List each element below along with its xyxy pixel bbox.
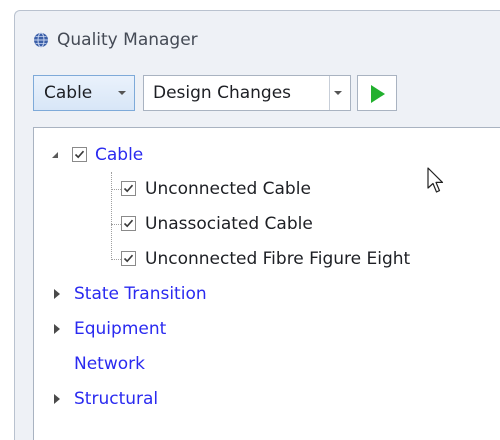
tree-node-cable[interactable]: Cable: [44, 144, 244, 172]
tree-node-state-transition[interactable]: State Transition: [44, 283, 284, 311]
tree-node-equipment[interactable]: Equipment: [44, 318, 244, 346]
expand-arrow-icon[interactable]: [54, 289, 60, 299]
category-select-value: Cable: [44, 83, 93, 103]
play-icon: [371, 85, 385, 103]
toolbar: Cable Design Changes: [15, 69, 500, 119]
checkbox-cable[interactable]: [72, 147, 87, 162]
checkbox-unconnected-fibre-figure-eight[interactable]: [121, 251, 136, 266]
globe-icon: [33, 32, 49, 48]
tree-node-label: Cable: [95, 145, 144, 165]
checkbox-unconnected-cable[interactable]: [121, 181, 136, 196]
tree-node-label: Unconnected Cable: [145, 179, 311, 199]
tree-node-unassociated-cable[interactable]: Unassociated Cable: [121, 213, 381, 241]
tree-connector: [111, 172, 112, 258]
expand-arrow-icon[interactable]: [52, 152, 58, 158]
mouse-cursor-icon: [426, 167, 446, 195]
checkmark-icon: [123, 184, 134, 193]
select-divider: [329, 76, 330, 110]
rule-set-select[interactable]: Design Changes: [143, 75, 351, 111]
tree-node-label: Structural: [74, 389, 159, 409]
checkbox-unassociated-cable[interactable]: [121, 216, 136, 231]
chevron-down-icon: [334, 91, 342, 95]
expand-arrow-icon[interactable]: [54, 324, 60, 334]
tree-node-structural[interactable]: Structural: [44, 388, 244, 416]
tree-node-label: State Transition: [74, 284, 207, 304]
quality-manager-window: Quality Manager Cable Design Changes Cab…: [14, 10, 500, 440]
category-select[interactable]: Cable: [33, 75, 135, 111]
chevron-down-icon: [118, 91, 126, 95]
checkmark-icon: [123, 219, 134, 228]
tree-node-unconnected-cable[interactable]: Unconnected Cable: [121, 178, 381, 206]
tree-node-network[interactable]: Network: [44, 353, 244, 381]
tree-node-label: Equipment: [74, 319, 167, 339]
run-button[interactable]: [357, 75, 397, 111]
title-bar: Quality Manager: [15, 11, 500, 63]
tree-node-label: Unassociated Cable: [145, 214, 313, 234]
window-title: Quality Manager: [57, 30, 198, 50]
expand-arrow-icon[interactable]: [54, 394, 60, 404]
checkmark-icon: [74, 150, 85, 159]
checkmark-icon: [123, 254, 134, 263]
tree-node-unconnected-fibre-figure-eight[interactable]: Unconnected Fibre Figure Eight: [121, 248, 481, 276]
tree-node-label: Unconnected Fibre Figure Eight: [145, 249, 411, 269]
tree-node-label: Network: [74, 354, 145, 374]
rule-set-select-value: Design Changes: [153, 83, 292, 103]
